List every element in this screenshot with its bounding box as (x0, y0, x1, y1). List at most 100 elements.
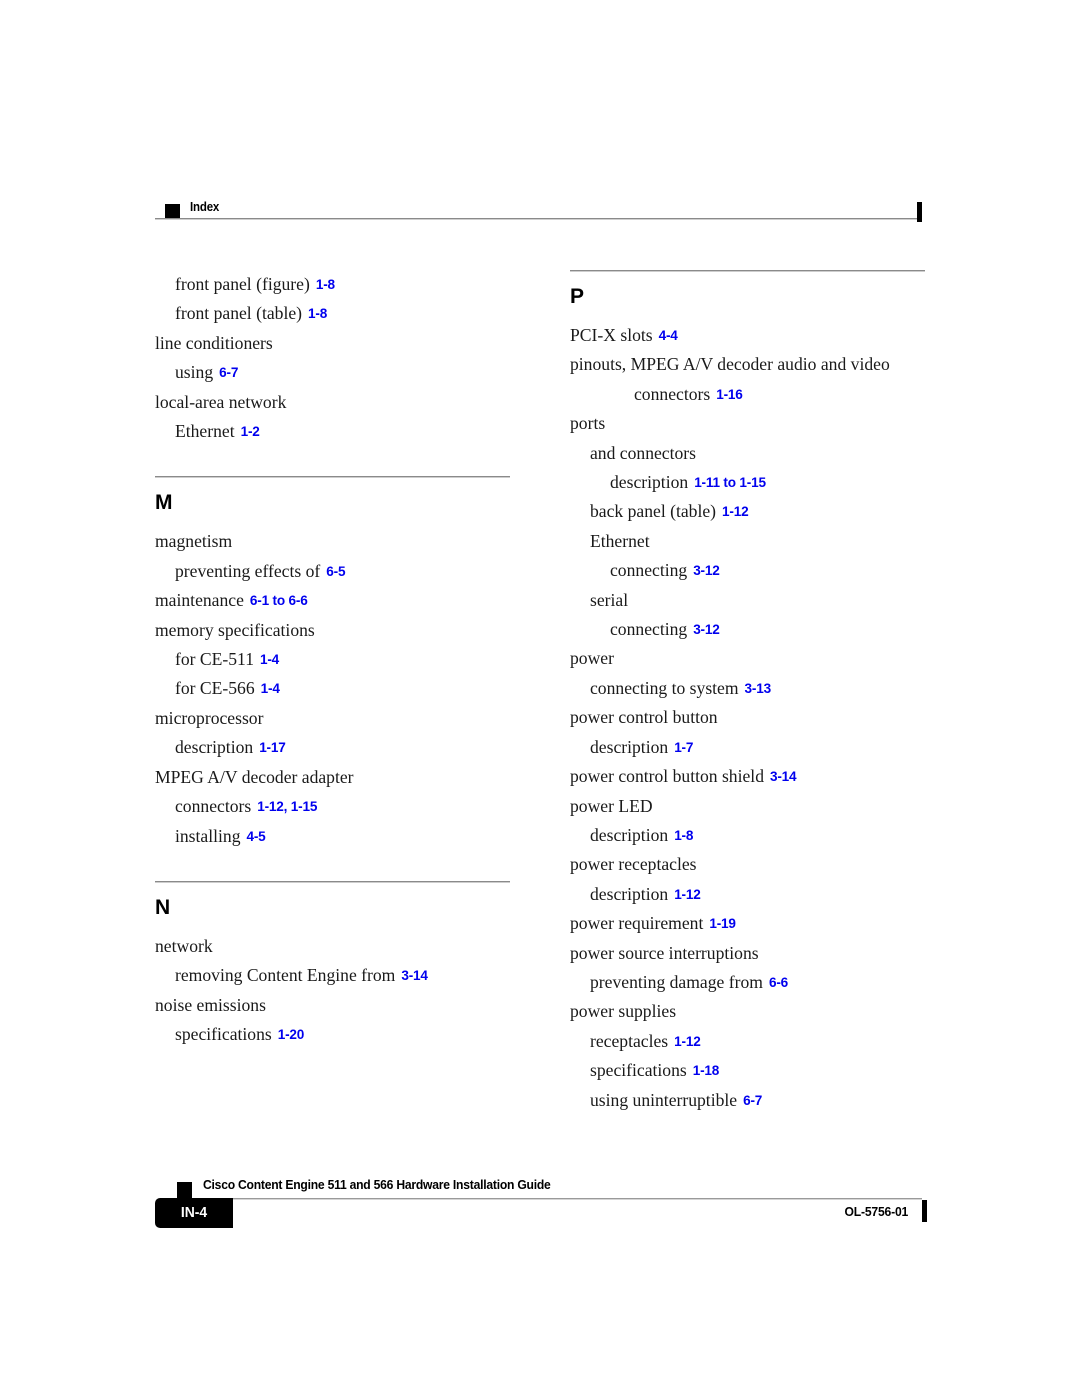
index-entry: network (155, 932, 545, 961)
index-entry: description 1-11 to 1-15 (570, 468, 960, 497)
index-page-reference[interactable]: 1-2 (241, 424, 260, 439)
index-page-reference[interactable]: 3-12 (693, 563, 720, 578)
index-entry-text: description (590, 824, 669, 845)
header-divider (155, 218, 921, 220)
index-entry: preventing damage from 6-6 (570, 968, 960, 997)
index-entry-text: Ethernet (590, 530, 650, 551)
index-entry-text: power LED (570, 795, 653, 816)
page-number-label: IN-4 (180, 1204, 208, 1221)
index-page-reference[interactable]: 1-12 (674, 1034, 701, 1049)
section-letter-heading: M (155, 491, 173, 515)
section-letter-heading: N (155, 895, 171, 919)
index-entry: power source interruptions (570, 939, 960, 968)
index-page-reference[interactable]: 1-18 (693, 1063, 720, 1078)
index-entry-text: power source interruptions (570, 942, 759, 963)
index-page-reference[interactable]: 1-12 (722, 504, 749, 519)
index-page-reference[interactable]: 3-14 (401, 968, 428, 983)
index-entry-text: ports (570, 413, 606, 434)
index-entry: specifications 1-18 (570, 1056, 960, 1085)
index-entry: connecting to system 3-13 (570, 674, 960, 703)
index-page-reference[interactable]: 1-16 (716, 387, 743, 402)
index-page-reference[interactable]: 6-7 (743, 1093, 762, 1108)
black-square-marker-icon (177, 1182, 192, 1198)
index-page-reference[interactable]: 1-12, 1-15 (257, 799, 317, 814)
index-entry: power (570, 644, 960, 673)
index-entry: power requirement 1-19 (570, 909, 960, 938)
index-entry-text: using (175, 362, 214, 383)
index-entry-text: description (590, 883, 669, 904)
index-entry: line conditioners (155, 329, 545, 358)
footer-book-title: Cisco Content Engine 511 and 566 Hardwar… (203, 1177, 551, 1192)
index-page-reference[interactable]: 1-4 (261, 681, 280, 696)
index-page-reference[interactable]: 6-1 to 6-6 (250, 593, 308, 608)
index-entry: maintenance 6-1 to 6-6 (155, 586, 545, 615)
section-letter-heading: P (570, 285, 585, 308)
index-entry-text: power receptacles (570, 854, 697, 875)
index-entry-text: power control button shield (570, 766, 764, 787)
index-entry-text: memory specifications (155, 619, 315, 640)
index-page-reference[interactable]: 1-8 (308, 306, 327, 321)
left-column: front panel (figure) 1-8 front panel (tabl… (155, 270, 545, 1050)
index-entry-text: specifications (590, 1060, 687, 1081)
black-square-marker-icon (165, 204, 180, 219)
index-page-reference[interactable]: 1-8 (674, 828, 693, 843)
index-entry: specifications 1-20 (155, 1020, 545, 1049)
page-edge-tick-icon (922, 1200, 927, 1222)
index-entry-text: and connectors (590, 442, 697, 463)
index-page-reference[interactable]: 1-8 (316, 277, 335, 292)
index-entry-text: power requirement (570, 913, 704, 934)
index-entry-text: back panel (table) (590, 501, 717, 522)
index-page-reference[interactable]: 4-5 (247, 829, 266, 844)
index-page-reference[interactable]: 6-7 (219, 365, 238, 380)
index-entry-text: power control button (570, 707, 718, 728)
index-entry: for CE-566 1-4 (155, 674, 545, 703)
header-title: Index (190, 200, 220, 214)
index-entry: preventing effects of 6-5 (155, 557, 545, 586)
index-page-reference[interactable]: 1-7 (674, 740, 693, 755)
index-entry: description 1-12 (570, 880, 960, 909)
index-section-continued: front panel (figure) 1-8 front panel (tabl… (155, 270, 545, 446)
index-entry-text: installing (175, 825, 241, 846)
index-page-reference[interactable]: 3-12 (693, 622, 720, 637)
index-entry-text: microprocessor (155, 707, 264, 728)
index-entry: power control button (570, 703, 960, 732)
index-page-reference[interactable]: 3-13 (745, 681, 772, 696)
index-entry-text: front panel (table) (175, 303, 303, 324)
index-page-reference[interactable]: 1-19 (709, 916, 736, 931)
index-entry: microprocessor (155, 704, 545, 733)
index-entry-text: for CE-566 (175, 678, 255, 699)
index-page-reference[interactable]: 1-11 to 1-15 (694, 475, 766, 490)
page-edge-tick-icon (917, 202, 922, 222)
index-entry: ports (570, 409, 960, 438)
index-entry-text: power supplies (570, 1001, 677, 1022)
index-entry-text: Ethernet (175, 421, 235, 442)
index-entry: PCI-X slots 4-4 (570, 321, 960, 350)
index-page-reference[interactable]: 1-20 (278, 1027, 305, 1042)
index-entry-text: description (175, 737, 254, 758)
index-entry: power receptacles (570, 850, 960, 879)
index-entry-text: preventing damage from (590, 971, 763, 992)
index-entry: and connectors (570, 439, 960, 468)
index-page-reference[interactable]: 1-4 (260, 652, 279, 667)
index-page-reference[interactable]: 6-6 (769, 975, 788, 990)
index-entry: using 6-7 (155, 358, 545, 387)
index-entry-text: description (610, 472, 689, 493)
index-entry: connectors 1-12, 1-15 (155, 792, 545, 821)
index-page-reference[interactable]: 6-5 (326, 564, 345, 579)
index-entry: front panel (figure) 1-8 (155, 270, 545, 299)
index-page-reference[interactable]: 3-14 (770, 769, 797, 784)
index-entry: removing Content Engine from 3-14 (155, 961, 545, 990)
index-page-reference[interactable]: 1-17 (259, 740, 286, 755)
index-entry-text: connecting (610, 619, 688, 640)
index-section-n: Nnetwork removing Content Engine from 3-14… (155, 880, 545, 1050)
index-entry: power LED (570, 792, 960, 821)
index-entry: serial (570, 586, 960, 615)
right-column: P PCI-X slots 4-4 pinouts, MPEG A/V decoder… (570, 270, 960, 1115)
index-entry-text: maintenance (155, 590, 244, 611)
index-page-reference[interactable]: 1-12 (674, 887, 701, 902)
index-entry: description 1-7 (570, 733, 960, 762)
index-page-reference[interactable]: 4-4 (659, 328, 678, 343)
index-entry-text: using uninterruptible (590, 1089, 738, 1110)
index-entry: pinouts, MPEG A/V decoder audio and vide… (570, 350, 960, 379)
index-entry: installing 4-5 (155, 822, 545, 851)
